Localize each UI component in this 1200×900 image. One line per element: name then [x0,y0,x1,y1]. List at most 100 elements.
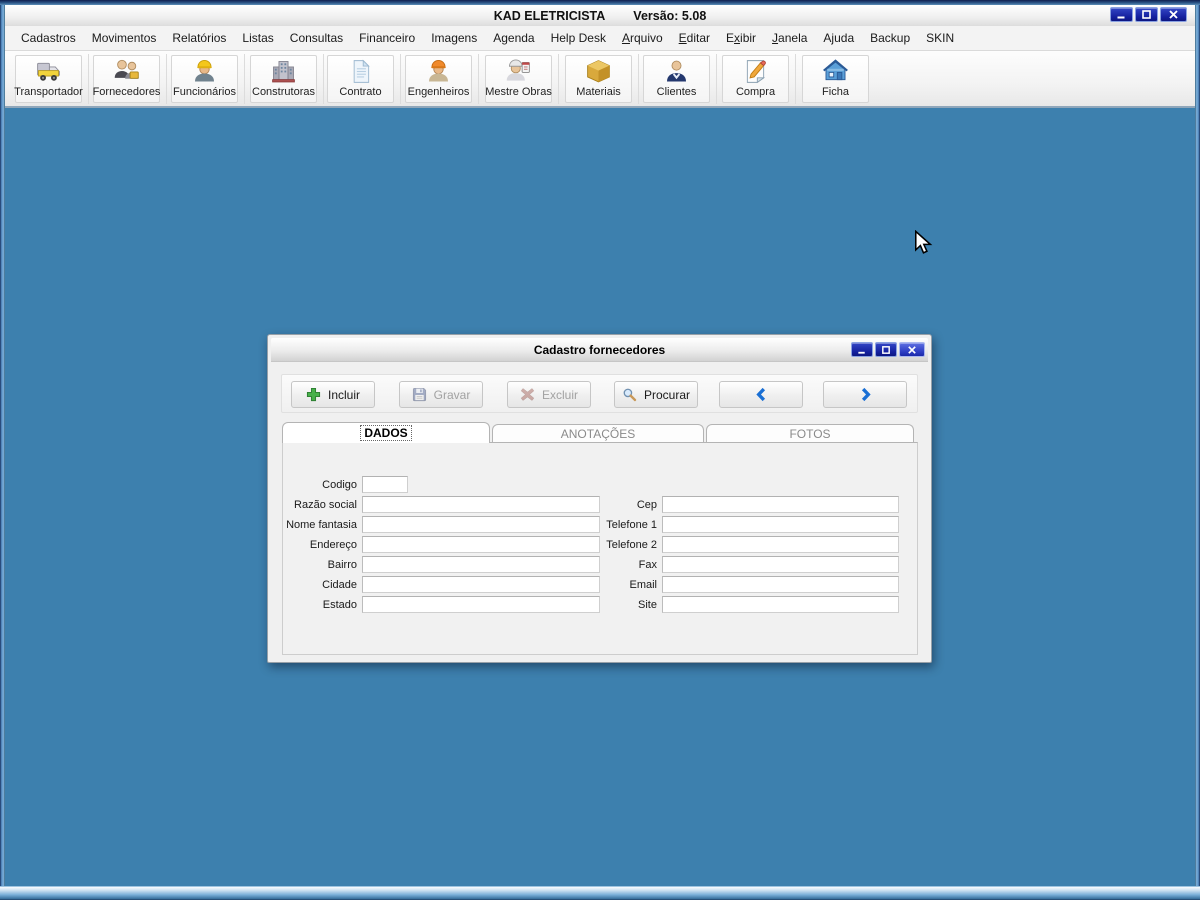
toolbar-button-label: Compra [735,86,776,98]
menu-item-listas[interactable]: Listas [234,28,281,48]
field-input-telefone-1[interactable] [662,516,899,533]
dados-tab-panel: Codigo Razão social Nome fantasia Endereço B… [282,442,918,655]
menu-item-relatorios[interactable]: Relatórios [164,28,234,48]
action-button-panel: Incluir Gravar Excluir Procurar [281,374,918,413]
window-frame-left [0,5,5,886]
toolbar-button-ficha[interactable]: Ficha [802,55,869,103]
main-window-controls [1110,7,1187,22]
child-titlebar[interactable]: Cadastro fornecedores [271,338,928,362]
tab-label: DADOS [360,425,412,441]
field-input-cidade[interactable] [362,576,600,593]
field-input-codigo[interactable] [362,476,408,493]
toolbar-separator [478,54,479,104]
app-title: KAD ELETRICISTA [493,8,606,23]
toolbar-button-funcionarios[interactable]: Funcionários [171,55,238,103]
field-input-bairro[interactable] [362,556,600,573]
toolbar-button-transportador[interactable]: Transportador [14,55,83,103]
toolbar-separator [558,54,559,104]
chevron-left-icon [754,387,769,402]
window-frame-right [1195,5,1200,886]
field-label-telefone-2: Telefone 2 [606,539,657,551]
toolbar-button-mestre-obras[interactable]: Mestre Obras [485,55,552,103]
plus-icon [306,387,321,402]
menu-item-skin[interactable]: SKIN [918,28,962,48]
excluir-button[interactable]: Excluir [507,381,591,408]
toolbar-separator [323,54,324,104]
minimize-icon[interactable] [1110,7,1133,22]
menu-item-janela[interactable]: Janela [764,28,815,48]
menu-item-exibir[interactable]: Exibir [718,28,764,48]
truck-icon [34,57,63,86]
tab-anotacoes[interactable]: ANOTAÇÕES [492,424,704,443]
toolbar-button-clientes[interactable]: Clientes [643,55,710,103]
menu-item-backup[interactable]: Backup [862,28,918,48]
child-minimize-icon[interactable] [851,342,873,357]
box-icon [584,57,613,86]
field-label-bairro: Bairro [327,559,357,571]
field-input-cep[interactable] [662,496,899,513]
worker-icon [190,57,219,86]
building-icon [269,57,298,86]
main-title: KAD ELETRICISTA Versão: 5.08 [494,9,707,23]
toolbar-separator [244,54,245,104]
field-label-codigo: Codigo [322,479,357,491]
mouse-cursor [915,230,933,254]
action-button-label: Gravar [433,387,471,402]
tab-label: FOTOS [789,427,831,441]
menu-item-ajuda[interactable]: Ajuda [815,28,862,48]
menu-item-cadastros[interactable]: Cadastros [13,28,84,48]
menu-item-imagens[interactable]: Imagens [423,28,485,48]
previous-record-button[interactable] [719,381,803,408]
chevron-right-icon [858,387,873,402]
field-label-email: Email [629,579,657,591]
menu-bar: Cadastros Movimentos Relatórios Listas Consu… [5,26,1195,51]
toolbar-button-contrato[interactable]: Contrato [327,55,394,103]
action-button-label: Excluir [541,387,578,402]
toolbar-button-label: Contrato [339,86,382,98]
field-label-site: Site [638,599,657,611]
main-titlebar[interactable]: KAD ELETRICISTA Versão: 5.08 [5,5,1195,26]
menu-item-movimentos[interactable]: Movimentos [84,28,165,48]
gravar-button[interactable]: Gravar [399,381,483,408]
toolbar-button-engenheiros[interactable]: Engenheiros [405,55,472,103]
field-input-nome-fantasia[interactable] [362,516,600,533]
field-input-email[interactable] [662,576,899,593]
field-input-razao-social[interactable] [362,496,600,513]
menu-item-agenda[interactable]: Agenda [485,28,542,48]
field-input-estado[interactable] [362,596,600,613]
toolbar-button-compra[interactable]: Compra [722,55,789,103]
child-close-icon[interactable] [899,342,925,357]
toolbar-button-label: Funcionários [173,86,236,98]
field-label-cidade: Cidade [322,579,357,591]
action-button-label: Incluir [327,387,360,402]
procurar-button[interactable]: Procurar [614,381,698,408]
toolbar-button-fornecedores[interactable]: Fornecedores [93,55,160,103]
field-input-endereco[interactable] [362,536,600,553]
document-icon [346,57,375,86]
field-input-fax[interactable] [662,556,899,573]
toolbar-separator [166,54,167,104]
toolbar-separator [795,54,796,104]
menu-item-consultas[interactable]: Consultas [282,28,351,48]
child-maximize-icon[interactable] [875,342,897,357]
field-label-cep: Cep [636,499,657,511]
menu-item-arquivo[interactable]: Arquivo [614,28,671,48]
application-window: KAD ELETRICISTA Versão: 5.08 Cadastros Mo… [0,0,1200,900]
toolbar-button-label: Engenheiros [407,86,470,98]
client-icon [662,57,691,86]
child-window-body: Incluir Gravar Excluir Procurar DADOS ANOTAÇ… [271,362,928,657]
toolbar-button-materiais[interactable]: Materiais [565,55,632,103]
window-frame-bottom [0,886,1200,900]
close-icon[interactable] [1160,7,1187,22]
menu-item-editar[interactable]: Editar [671,28,718,48]
incluir-button[interactable]: Incluir [291,381,375,408]
maximize-icon[interactable] [1135,7,1158,22]
menu-item-help-desk[interactable]: Help Desk [543,28,614,48]
next-record-button[interactable] [823,381,907,408]
menu-item-financeiro[interactable]: Financeiro [351,28,423,48]
field-input-telefone-2[interactable] [662,536,899,553]
toolbar-button-construtoras[interactable]: Construtoras [250,55,317,103]
tab-fotos[interactable]: FOTOS [706,424,914,443]
field-input-site[interactable] [662,596,899,613]
tab-dados[interactable]: DADOS [282,422,490,443]
